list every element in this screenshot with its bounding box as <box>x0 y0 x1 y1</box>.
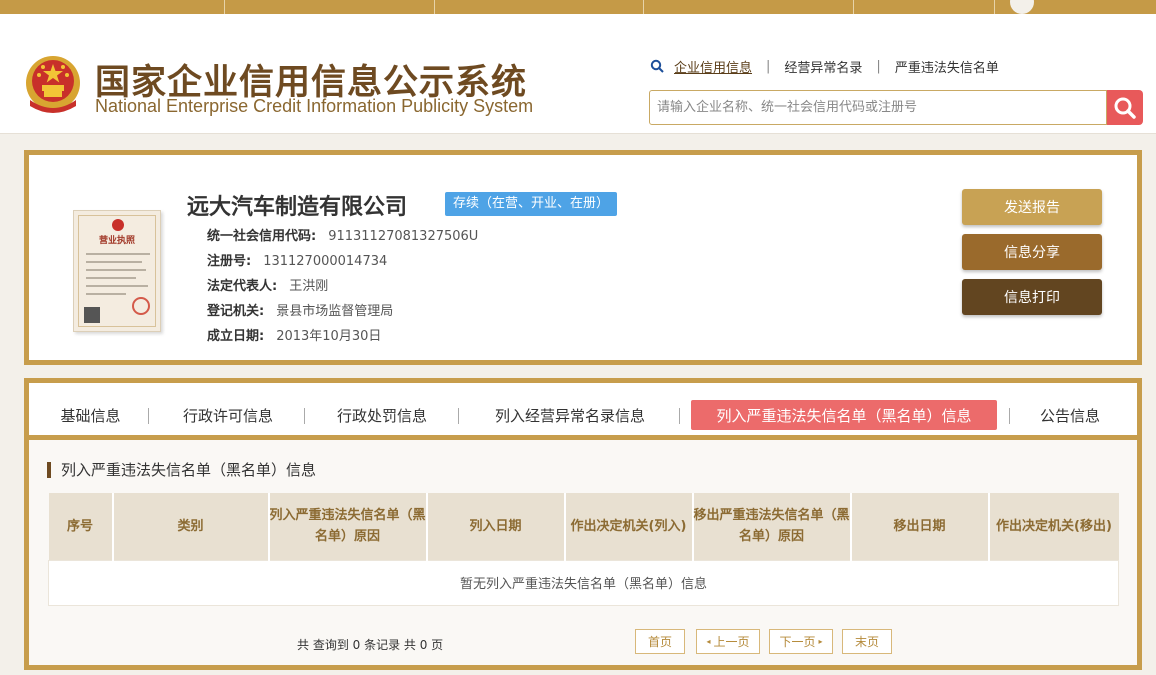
info-value: 91131127081327506U <box>328 229 479 244</box>
license-text-line <box>86 269 146 271</box>
column-header: 列入严重违法失信名单（黑名单）原因 <box>268 493 428 560</box>
company-name: 远大汽车制造有限公司 <box>187 195 408 220</box>
search-input[interactable] <box>650 91 1106 124</box>
first-page-button[interactable]: 首页 <box>635 629 685 654</box>
tab-separator <box>148 408 149 424</box>
search-button[interactable] <box>1107 90 1143 125</box>
tab-content: 列入严重违法失信名单（黑名单）信息 序号 类别 列入严重违法失信名单（黑名单）原… <box>29 440 1137 665</box>
info-value: 131127000014734 <box>263 254 388 269</box>
link-divider: | <box>876 58 881 74</box>
search-icon <box>650 59 664 73</box>
search-input-wrapper <box>649 90 1107 125</box>
info-row-credit-code: 统一社会信用代码: 91131127081327506U <box>207 225 478 244</box>
national-emblem-icon <box>26 56 80 113</box>
section-title: 列入严重违法失信名单（黑名单）信息 <box>47 462 316 478</box>
blacklist-table: 序号 类别 列入严重违法失信名单（黑名单）原因 列入日期 作出决定机关(列入) … <box>48 493 1119 606</box>
license-text-line <box>86 293 126 295</box>
tab-separator <box>679 408 680 424</box>
next-page-label: 下一页 <box>779 635 816 649</box>
site-title-english: National Enterprise Credit Information P… <box>95 96 534 116</box>
last-page-button[interactable]: 末页 <box>842 629 892 654</box>
column-header: 列入日期 <box>426 493 566 560</box>
info-label: 统一社会信用代码: <box>207 229 317 244</box>
license-text-line <box>86 277 136 279</box>
info-value: 2013年10月30日 <box>276 329 382 344</box>
tab-separator <box>458 408 459 424</box>
empty-message: 暂无列入严重违法失信名单（黑名单）信息 <box>48 559 1119 606</box>
prev-page-button[interactable]: ◂ 上一页 <box>696 629 760 654</box>
info-value: 王洪刚 <box>289 279 329 294</box>
search-type-links: 企业信用信息 | 经营异常名录 | 严重违法失信名单 <box>650 56 999 76</box>
column-header: 作出决定机关(移出) <box>988 493 1119 560</box>
search-link-abnormal-list[interactable]: 经营异常名录 <box>784 57 862 76</box>
info-label: 登记机关: <box>207 304 265 319</box>
tab-separator <box>1009 408 1010 424</box>
company-info-card: 营业执照 远大汽车制造有限公司 存续（在营、开业、在册） 统一社会信用代码: 91… <box>24 150 1142 365</box>
info-row-registration-number: 注册号: 131127000014734 <box>207 250 387 269</box>
column-header: 移出严重违法失信名单（黑名单）原因 <box>692 493 852 560</box>
prev-page-label: 上一页 <box>713 635 750 649</box>
search-icon <box>1114 97 1136 119</box>
license-text-line <box>86 285 148 287</box>
table-row: 暂无列入严重违法失信名单（黑名单）信息 <box>48 559 1119 606</box>
detail-panel: 基础信息 行政许可信息 行政处罚信息 列入经营异常名录信息 列入严重违法失信名单… <box>24 378 1142 670</box>
nav-separator <box>643 0 644 14</box>
business-license-thumbnail[interactable]: 营业执照 <box>73 210 161 332</box>
chevron-right-icon: ▸ <box>818 637 823 646</box>
info-row-legal-representative: 法定代表人: 王洪刚 <box>207 275 328 294</box>
nav-separator <box>224 0 225 14</box>
license-qr-code-icon <box>84 307 100 323</box>
nav-separator <box>434 0 435 14</box>
tab-separator <box>304 408 305 424</box>
license-emblem-icon <box>112 219 124 231</box>
tab-basic-info[interactable]: 基础信息 <box>49 400 132 430</box>
column-header: 作出决定机关(列入) <box>564 493 694 560</box>
tab-administrative-license[interactable]: 行政许可信息 <box>172 400 284 430</box>
nav-separator <box>853 0 854 14</box>
pagination-summary: 共 查询到 0 条记录 共 0 页 <box>297 638 444 652</box>
nav-separator <box>994 0 995 14</box>
info-label: 成立日期: <box>207 329 265 344</box>
link-divider: | <box>766 58 771 74</box>
info-value: 景县市场监督管理局 <box>276 304 394 319</box>
license-text-line <box>86 261 142 263</box>
nav-circle-icon <box>1010 0 1034 14</box>
share-info-button[interactable]: 信息分享 <box>962 234 1102 270</box>
status-badge: 存续（在营、开业、在册） <box>445 192 618 216</box>
license-text-line <box>86 253 150 255</box>
table-header-row: 序号 类别 列入严重违法失信名单（黑名单）原因 列入日期 作出决定机关(列入) … <box>48 493 1119 560</box>
print-info-button[interactable]: 信息打印 <box>962 279 1102 315</box>
tab-blacklist[interactable]: 列入严重违法失信名单（黑名单）信息 <box>691 400 997 430</box>
chevron-left-icon: ◂ <box>706 637 711 646</box>
tab-bar: 基础信息 行政许可信息 行政处罚信息 列入经营异常名录信息 列入严重违法失信名单… <box>29 383 1137 440</box>
info-label: 法定代表人: <box>207 279 278 294</box>
column-header: 序号 <box>48 493 114 560</box>
column-header: 移出日期 <box>850 493 990 560</box>
column-header: 类别 <box>112 493 270 560</box>
tab-abnormal-operation[interactable]: 列入经营异常名录信息 <box>479 400 661 430</box>
license-stamp-icon <box>132 297 150 315</box>
info-row-establish-date: 成立日期: 2013年10月30日 <box>207 325 381 344</box>
tab-administrative-penalty[interactable]: 行政处罚信息 <box>326 400 438 430</box>
search-link-enterprise-credit[interactable]: 企业信用信息 <box>674 57 752 76</box>
license-title: 营业执照 <box>98 236 135 246</box>
info-label: 注册号: <box>207 254 252 269</box>
tab-announcement[interactable]: 公告信息 <box>1031 400 1109 430</box>
search-link-blacklist[interactable]: 严重违法失信名单 <box>895 57 999 76</box>
top-nav-bar <box>0 0 1156 14</box>
site-header: 国家企业信用信息公示系统 National Enterprise Credit … <box>0 14 1156 134</box>
send-report-button[interactable]: 发送报告 <box>962 189 1102 225</box>
next-page-button[interactable]: 下一页 ▸ <box>769 629 833 654</box>
info-row-registration-authority: 登记机关: 景县市场监督管理局 <box>207 300 393 319</box>
